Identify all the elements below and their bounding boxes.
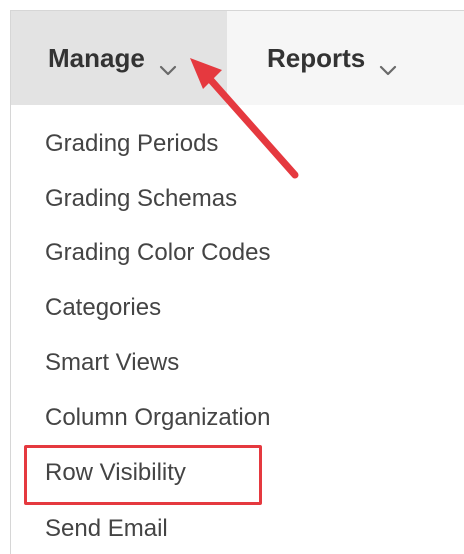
chevron-down-icon [379, 53, 397, 75]
tab-manage-label: Manage [48, 43, 145, 73]
menu-item-grading-schemas[interactable]: Grading Schemas [45, 185, 237, 213]
tab-manage[interactable]: Manage [11, 11, 227, 106]
menu-item-smart-views[interactable]: Smart Views [45, 349, 179, 377]
menu-item-send-email[interactable]: Send Email [45, 515, 168, 543]
menubar: Manage Reports [10, 10, 464, 106]
tab-reports-label: Reports [267, 43, 366, 73]
chevron-down-icon [159, 53, 177, 75]
annotation-highlight-box [24, 445, 262, 505]
menu-item-grading-periods[interactable]: Grading Periods [45, 130, 218, 158]
tab-reports[interactable]: Reports [227, 11, 457, 106]
menu-item-categories[interactable]: Categories [45, 294, 161, 322]
menu-item-column-organization[interactable]: Column Organization [45, 404, 270, 432]
menu-item-grading-color-codes[interactable]: Grading Color Codes [45, 239, 270, 267]
